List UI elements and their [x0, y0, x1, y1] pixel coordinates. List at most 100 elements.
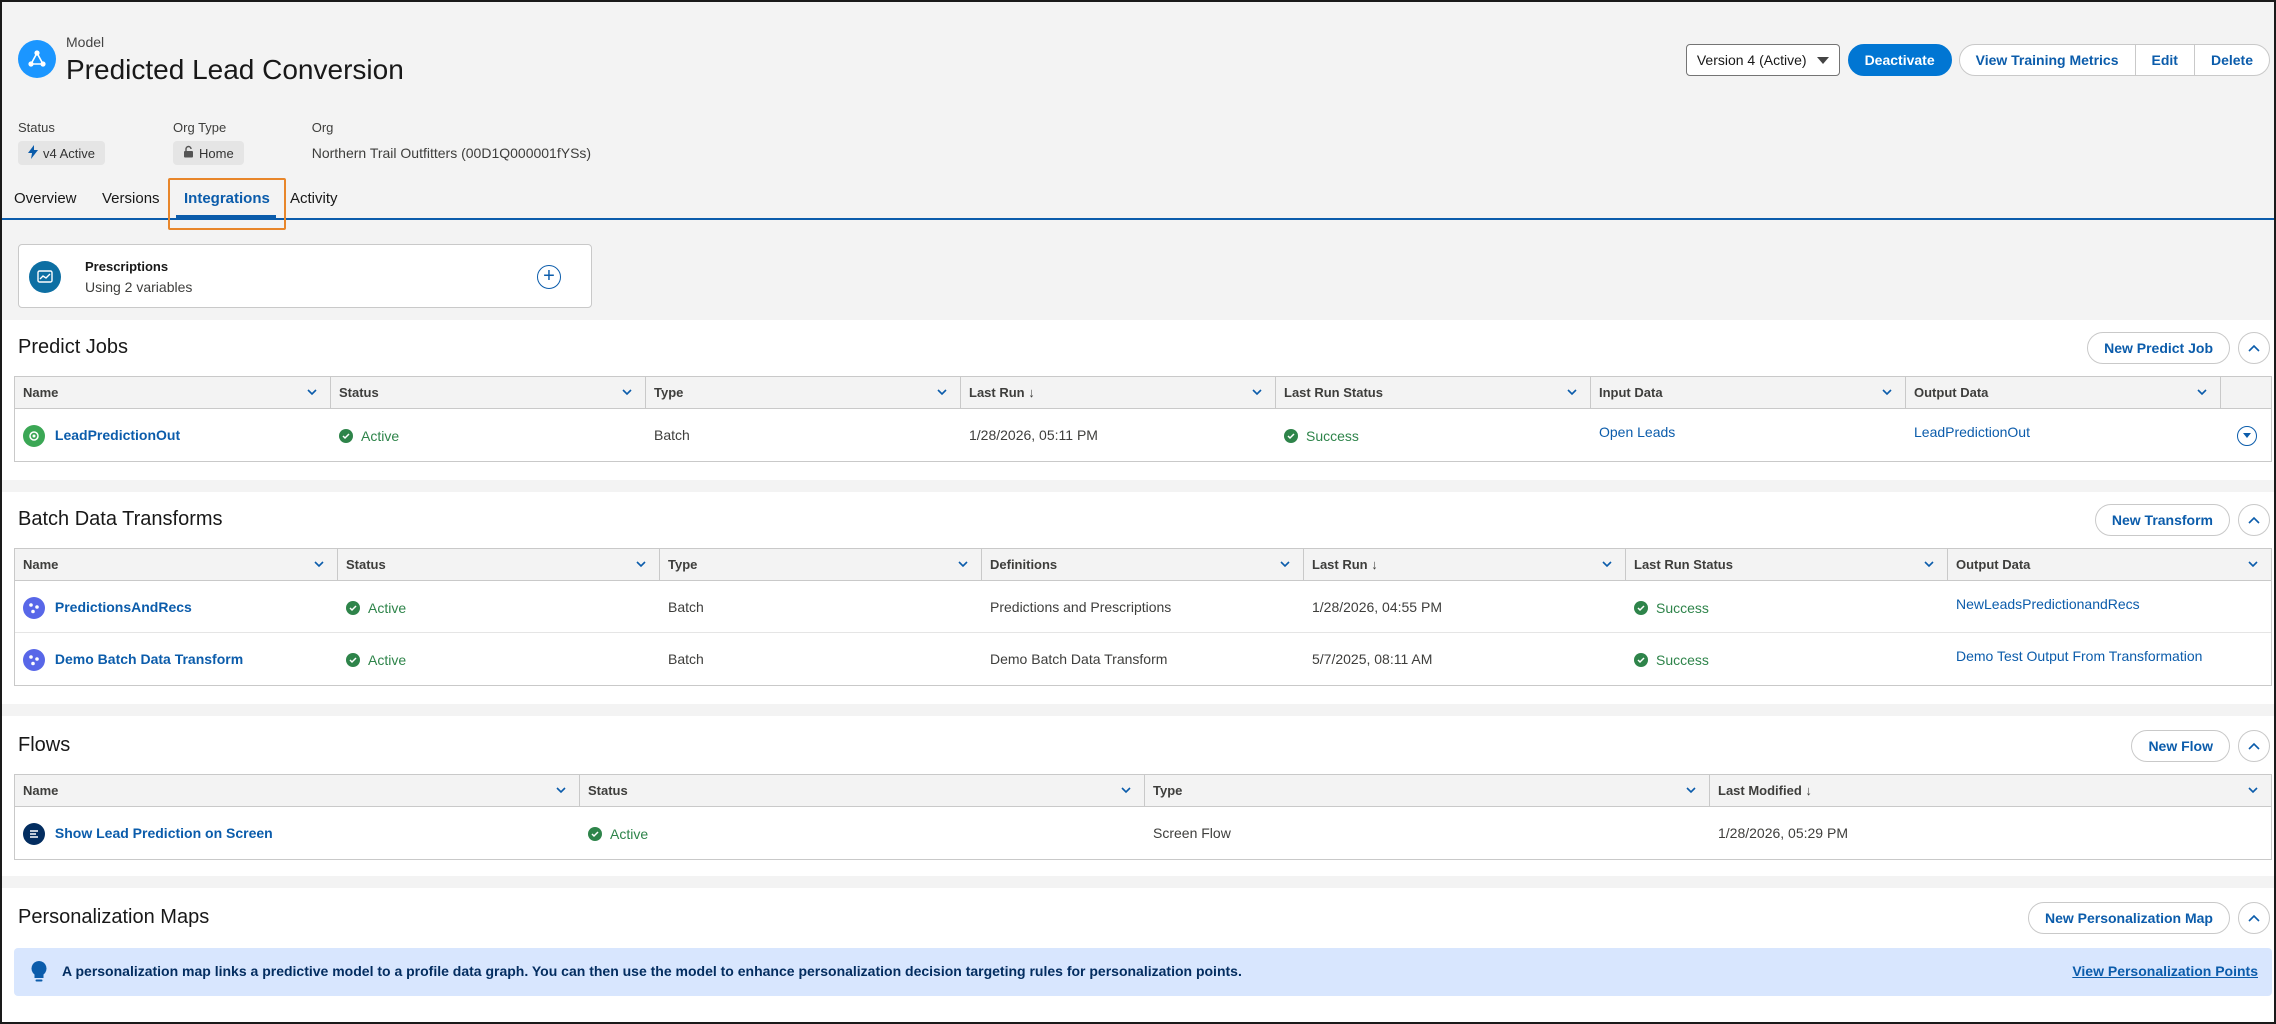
model-icon	[18, 40, 56, 78]
type-cell: Batch	[654, 427, 690, 443]
column-header[interactable]: Last Run ↓	[961, 377, 1276, 408]
last-run-status-value: Success	[1656, 600, 1709, 616]
actions-column-header	[2221, 377, 2271, 408]
transform-icon	[23, 597, 45, 620]
check-circle-icon	[1634, 601, 1648, 615]
edit-button[interactable]: Edit	[2134, 44, 2195, 76]
column-header[interactable]: Status	[580, 775, 1145, 806]
delete-button[interactable]: Delete	[2193, 44, 2270, 76]
new-personalization-map-button[interactable]: New Personalization Map	[2027, 902, 2230, 934]
last-run-cell: 1/28/2026, 05:11 PM	[969, 427, 1098, 443]
last-modified-cell: 1/28/2026, 05:29 PM	[1718, 825, 1848, 841]
lightbulb-icon	[30, 960, 48, 987]
view-personalization-points-link[interactable]: View Personalization Points	[2072, 963, 2258, 979]
flows-actions: New Flow	[2131, 730, 2270, 762]
collapse-icon[interactable]	[2238, 504, 2270, 536]
org-field: Org Northern Trail Outfitters (00D1Q0000…	[312, 120, 591, 165]
collapse-icon[interactable]	[2238, 730, 2270, 762]
predict-jobs-actions: New Predict Job	[2087, 332, 2270, 364]
transform-icon	[23, 649, 45, 672]
chevron-down-icon	[314, 561, 324, 568]
table-header: Name Status Type Last Modified ↓	[15, 775, 2271, 807]
add-icon[interactable]: +	[537, 265, 561, 289]
collapse-icon[interactable]	[2238, 902, 2270, 934]
prescriptions-icon	[29, 261, 61, 293]
tab-activity[interactable]: Activity	[290, 190, 338, 207]
tab-overview[interactable]: Overview	[14, 190, 77, 207]
chevron-down-icon	[556, 787, 566, 794]
check-circle-icon	[1284, 429, 1298, 443]
flow-name-link[interactable]: Show Lead Prediction on Screen	[55, 825, 273, 841]
tab-versions[interactable]: Versions	[102, 190, 160, 207]
check-circle-icon	[346, 601, 360, 615]
table-row: Demo Batch Data Transform Active Batch D…	[15, 633, 2271, 685]
column-header[interactable]: Type	[1145, 775, 1710, 806]
new-flow-button[interactable]: New Flow	[2131, 730, 2230, 762]
table-row: PredictionsAndRecs Active Batch Predicti…	[15, 581, 2271, 633]
org-type-label: Org Type	[173, 120, 227, 135]
column-header[interactable]: Name	[15, 377, 331, 408]
transform-name-link[interactable]: Demo Batch Data Transform	[55, 651, 243, 667]
definitions-cell: Predictions and Prescriptions	[990, 599, 1172, 615]
batch-transforms-section: Batch Data Transforms New Transform Name…	[2, 492, 2274, 704]
tab-bar: Overview Versions Integrations Activity	[2, 178, 2274, 230]
table-header: Name Status Type Last Run ↓ Last Run Sta…	[15, 377, 2271, 409]
row-actions-chevron-icon[interactable]	[2237, 426, 2257, 446]
output-data-link[interactable]: Demo Test Output From Transformation	[1956, 648, 2202, 664]
version-select[interactable]: Version 4 (Active)	[1685, 44, 1840, 76]
column-header[interactable]: Type	[646, 377, 961, 408]
page-title: Predicted Lead Conversion	[66, 54, 404, 85]
column-header[interactable]: Name	[15, 549, 338, 580]
flows-section: Flows New Flow Name Status Type Last Mod…	[2, 716, 2274, 876]
view-training-metrics-button[interactable]: View Training Metrics	[1958, 44, 2136, 76]
column-header[interactable]: Status	[331, 377, 646, 408]
batch-transforms-table: Name Status Type Definitions Last Run ↓ …	[14, 548, 2272, 686]
column-header[interactable]: Last Run Status	[1276, 377, 1591, 408]
column-header[interactable]: Output Data	[1906, 377, 2221, 408]
table-row: Show Lead Prediction on Screen Active Sc…	[15, 807, 2271, 859]
lock-icon	[183, 145, 194, 161]
column-header[interactable]: Status	[338, 549, 660, 580]
personalization-info-banner: A personalization map links a predictive…	[14, 948, 2272, 996]
org-type-badge: Home	[173, 141, 244, 165]
flow-icon	[23, 823, 45, 846]
status-value: Active	[368, 600, 407, 616]
column-header[interactable]: Last Modified ↓	[1710, 775, 2271, 806]
column-header[interactable]: Definitions	[982, 549, 1304, 580]
input-data-link[interactable]: Open Leads	[1599, 424, 1675, 440]
output-data-link[interactable]: LeadPredictionOut	[1914, 424, 2030, 440]
transform-name-link[interactable]: PredictionsAndRecs	[55, 599, 192, 615]
column-header[interactable]: Name	[15, 775, 580, 806]
chevron-down-icon	[937, 389, 947, 396]
batch-transforms-actions: New Transform	[2094, 504, 2270, 536]
chevron-down-icon	[1882, 389, 1892, 396]
column-header[interactable]: Last Run ↓	[1304, 549, 1626, 580]
chevron-down-icon	[307, 389, 317, 396]
new-predict-job-button[interactable]: New Predict Job	[2087, 332, 2230, 364]
column-header[interactable]: Output Data	[1948, 549, 2271, 580]
column-header[interactable]: Last Run Status	[1626, 549, 1948, 580]
record-header: Model Predicted Lead Conversion Version …	[2, 2, 2274, 230]
predict-jobs-section: Predict Jobs New Predict Job Name Status…	[2, 320, 2274, 480]
app-window: Model Predicted Lead Conversion Version …	[0, 0, 2276, 1024]
output-data-link[interactable]: NewLeadsPredictionandRecs	[1956, 596, 2140, 612]
status-badge: v4 Active	[18, 141, 106, 165]
action-button-group: View Training Metrics Edit Delete	[1958, 44, 2270, 76]
predict-jobs-table: Name Status Type Last Run ↓ Last Run Sta…	[14, 376, 2272, 462]
predict-job-name-link[interactable]: LeadPredictionOut	[55, 427, 180, 443]
status-field: Status v4 Active	[18, 120, 106, 165]
new-transform-button[interactable]: New Transform	[2094, 504, 2230, 536]
chevron-down-icon	[1924, 561, 1934, 568]
prescriptions-subtitle: Using 2 variables	[85, 279, 193, 295]
chevron-down-icon	[2248, 787, 2258, 794]
collapse-icon[interactable]	[2238, 332, 2270, 364]
column-header[interactable]: Input Data	[1591, 377, 1906, 408]
status-value: Active	[368, 652, 407, 668]
chevron-down-icon	[1252, 389, 1262, 396]
deactivate-button[interactable]: Deactivate	[1847, 44, 1952, 76]
last-run-status-value: Success	[1656, 652, 1709, 668]
type-cell: Batch	[668, 651, 704, 667]
status-label: Status	[18, 120, 55, 135]
column-header[interactable]: Type	[660, 549, 982, 580]
chevron-down-icon	[1602, 561, 1612, 568]
